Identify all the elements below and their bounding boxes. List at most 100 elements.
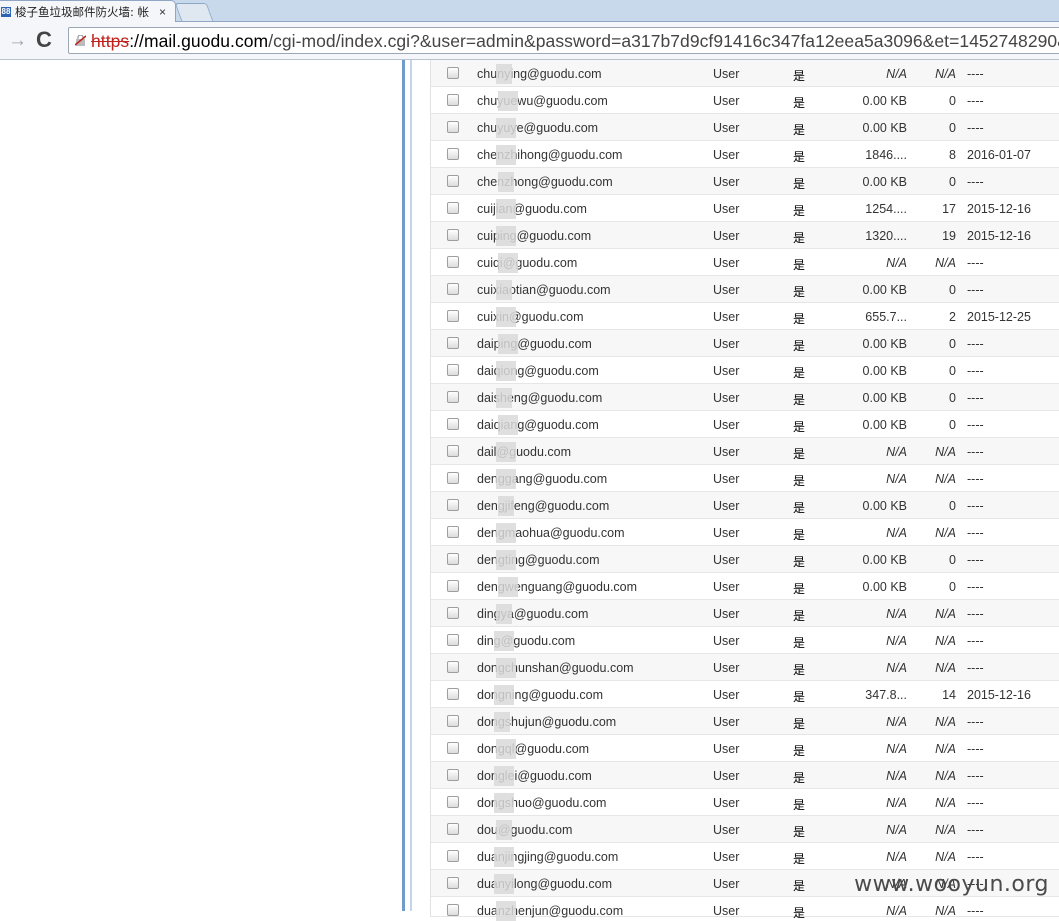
frame-divider[interactable] xyxy=(402,60,405,911)
row-checkbox[interactable] xyxy=(447,94,459,106)
table-row[interactable]: dengwenguang@guodu.com User 是 0.00 KB 0 ---- xyxy=(431,573,1059,600)
row-checkbox[interactable] xyxy=(447,121,459,133)
table-row[interactable]: dongshuo@guodu.com User 是 N/A N/A ---- xyxy=(431,789,1059,816)
table-row[interactable]: cuixin@guodu.com User 是 655.7... 2 2015-12-25 xyxy=(431,303,1059,330)
row-checkbox[interactable] xyxy=(447,607,459,619)
row-checkbox[interactable] xyxy=(447,715,459,727)
table-row[interactable]: dengjifeng@guodu.com User 是 0.00 KB 0 ---- xyxy=(431,492,1059,519)
row-checkbox[interactable] xyxy=(447,580,459,592)
row-checkbox[interactable] xyxy=(447,391,459,403)
table-row[interactable]: dengting@guodu.com User 是 0.00 KB 0 ---- xyxy=(431,546,1059,573)
count-cell: N/A xyxy=(935,256,956,270)
row-checkbox[interactable] xyxy=(447,796,459,808)
row-checkbox[interactable] xyxy=(447,526,459,538)
table-row[interactable]: chenzhong@guodu.com User 是 0.00 KB 0 ---- xyxy=(431,168,1059,195)
type-cell: User xyxy=(713,742,740,756)
type-cell: User xyxy=(713,121,740,135)
row-checkbox[interactable] xyxy=(447,472,459,484)
row-checkbox[interactable] xyxy=(447,445,459,457)
row-checkbox[interactable] xyxy=(447,877,459,889)
email-cell[interactable]: cuiqi@guodu.com xyxy=(477,256,577,270)
redaction-mark xyxy=(496,145,516,165)
size-cell: N/A xyxy=(886,256,907,270)
row-checkbox[interactable] xyxy=(447,364,459,376)
table-row[interactable]: dou@guodu.com User 是 N/A N/A ---- xyxy=(431,816,1059,843)
email-cell[interactable]: chuyuewu@guodu.com xyxy=(477,94,608,108)
table-row[interactable]: duanzhenjun@guodu.com User 是 N/A N/A ---- xyxy=(431,897,1059,920)
active-cell: 是 xyxy=(793,879,806,893)
table-row[interactable]: dongchunshan@guodu.com User 是 N/A N/A ---- xyxy=(431,654,1059,681)
redaction-mark xyxy=(494,712,510,732)
new-tab-button[interactable] xyxy=(174,3,214,21)
table-row[interactable]: chuyuye@guodu.com User 是 0.00 KB 0 ---- xyxy=(431,114,1059,141)
table-row[interactable]: dongning@guodu.com User 是 347.8... 14 2015-12… xyxy=(431,681,1059,708)
table-row[interactable]: ding@guodu.com User 是 N/A N/A ---- xyxy=(431,627,1059,654)
address-bar[interactable]: https://mail.guodu.com/cgi-mod/index.cgi… xyxy=(68,27,1059,54)
row-checkbox[interactable] xyxy=(447,823,459,835)
row-checkbox[interactable] xyxy=(447,310,459,322)
email-cell[interactable]: dengjifeng@guodu.com xyxy=(477,499,609,513)
table-row[interactable]: daiping@guodu.com User 是 0.00 KB 0 ---- xyxy=(431,330,1059,357)
email-cell[interactable]: dou@guodu.com xyxy=(477,823,572,837)
table-row[interactable]: cuiqi@guodu.com User 是 N/A N/A ---- xyxy=(431,249,1059,276)
tab-active[interactable]: 88 梭子鱼垃圾邮件防火墙: 帐 × xyxy=(0,0,176,22)
table-row[interactable]: daiqiang@guodu.com User 是 0.00 KB 0 ---- xyxy=(431,411,1059,438)
row-checkbox[interactable] xyxy=(447,418,459,430)
row-checkbox[interactable] xyxy=(447,256,459,268)
redaction-mark xyxy=(498,172,514,192)
table-row[interactable]: dengmaohua@guodu.com User 是 N/A N/A ---- xyxy=(431,519,1059,546)
count-cell: 0 xyxy=(949,499,956,513)
date-cell: ---- xyxy=(967,526,984,540)
redaction-mark xyxy=(496,442,516,462)
type-cell: User xyxy=(713,202,740,216)
email-cell[interactable]: dail@guodu.com xyxy=(477,445,571,459)
table-row[interactable]: donglei@guodu.com User 是 N/A N/A ---- xyxy=(431,762,1059,789)
row-checkbox[interactable] xyxy=(447,175,459,187)
row-checkbox[interactable] xyxy=(447,904,459,916)
size-cell: 1846.... xyxy=(865,148,907,162)
table-row[interactable]: duanjingjing@guodu.com User 是 N/A N/A ---- xyxy=(431,843,1059,870)
table-row[interactable]: daisheng@guodu.com User 是 0.00 KB 0 ---- xyxy=(431,384,1059,411)
table-row[interactable]: dail@guodu.com User 是 N/A N/A ---- xyxy=(431,438,1059,465)
table-row[interactable]: chuyuewu@guodu.com User 是 0.00 KB 0 ---- xyxy=(431,87,1059,114)
email-cell[interactable]: cuijian@guodu.com xyxy=(477,202,587,216)
row-checkbox[interactable] xyxy=(447,67,459,79)
active-cell: 是 xyxy=(793,447,806,461)
email-cell[interactable]: daiqiang@guodu.com xyxy=(477,418,599,432)
count-cell: N/A xyxy=(935,445,956,459)
row-checkbox[interactable] xyxy=(447,202,459,214)
email-cell[interactable]: cuiping@guodu.com xyxy=(477,229,591,243)
table-row[interactable]: chenzhihong@guodu.com User 是 1846.... 8 2016-… xyxy=(431,141,1059,168)
table-row[interactable]: dingya@guodu.com User 是 N/A N/A ---- xyxy=(431,600,1059,627)
row-checkbox[interactable] xyxy=(447,283,459,295)
table-row[interactable]: dongshujun@guodu.com User 是 N/A N/A ---- xyxy=(431,708,1059,735)
reload-icon[interactable]: C xyxy=(36,27,52,53)
row-checkbox[interactable] xyxy=(447,742,459,754)
email-cell[interactable]: dongql@guodu.com xyxy=(477,742,589,756)
email-cell[interactable]: cuixin@guodu.com xyxy=(477,310,584,324)
row-checkbox[interactable] xyxy=(447,661,459,673)
email-cell[interactable]: dingya@guodu.com xyxy=(477,607,588,621)
tab-close-icon[interactable]: × xyxy=(159,5,166,19)
row-checkbox[interactable] xyxy=(447,229,459,241)
row-checkbox[interactable] xyxy=(447,148,459,160)
email-cell[interactable]: ding@guodu.com xyxy=(477,634,575,648)
date-cell: 2015-12-16 xyxy=(967,202,1031,216)
email-cell[interactable]: daiping@guodu.com xyxy=(477,337,592,351)
table-row[interactable]: denggang@guodu.com User 是 N/A N/A ---- xyxy=(431,465,1059,492)
table-row[interactable]: daiqiong@guodu.com User 是 0.00 KB 0 ---- xyxy=(431,357,1059,384)
row-checkbox[interactable] xyxy=(447,499,459,511)
table-row[interactable]: dongql@guodu.com User 是 N/A N/A ---- xyxy=(431,735,1059,762)
row-checkbox[interactable] xyxy=(447,688,459,700)
table-row[interactable]: cuiping@guodu.com User 是 1320.... 19 2015-12-… xyxy=(431,222,1059,249)
table-row[interactable]: chunying@guodu.com User 是 N/A N/A ---- xyxy=(431,60,1059,87)
table-row[interactable]: cuijian@guodu.com User 是 1254.... 17 2015-12-… xyxy=(431,195,1059,222)
table-row[interactable]: cuixiaotian@guodu.com User 是 0.00 KB 0 ---- xyxy=(431,276,1059,303)
row-checkbox[interactable] xyxy=(447,769,459,781)
row-checkbox[interactable] xyxy=(447,634,459,646)
row-checkbox[interactable] xyxy=(447,337,459,349)
forward-arrow-icon[interactable]: → xyxy=(8,30,27,52)
row-checkbox[interactable] xyxy=(447,553,459,565)
row-checkbox[interactable] xyxy=(447,850,459,862)
date-cell: ---- xyxy=(967,283,984,297)
